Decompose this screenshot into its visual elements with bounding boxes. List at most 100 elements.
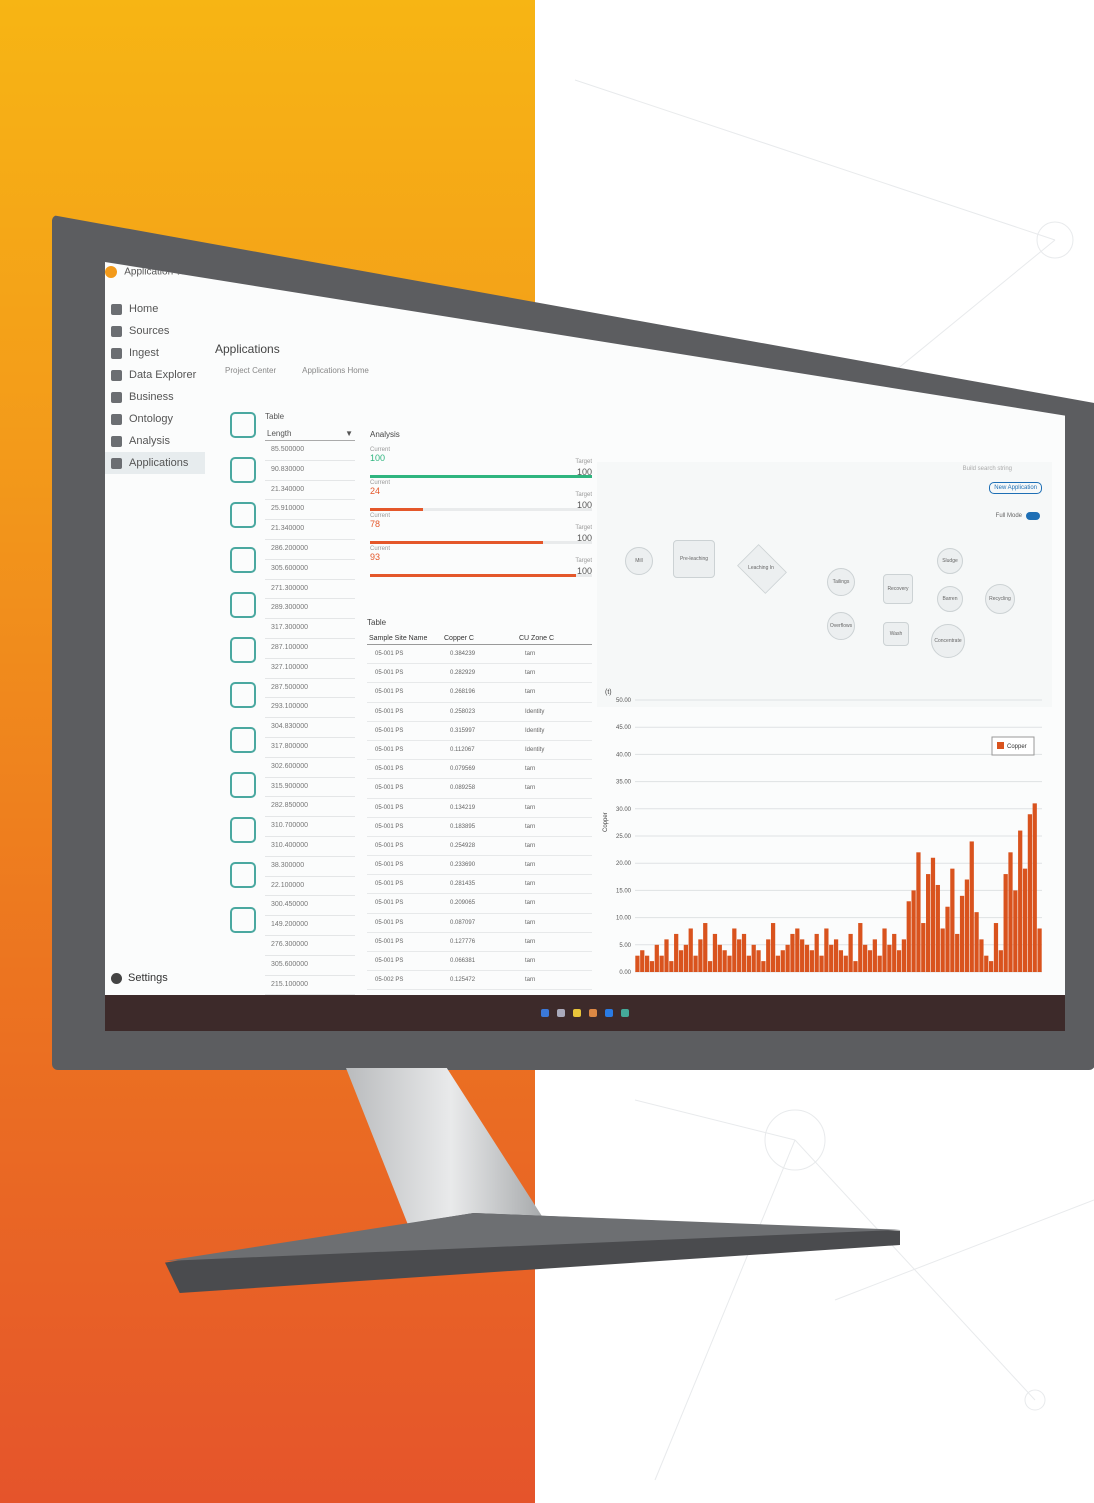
filter-icon[interactable]: ▼: [345, 429, 353, 438]
bar[interactable]: [867, 950, 873, 972]
bar[interactable]: [896, 950, 902, 972]
bar[interactable]: [1008, 852, 1013, 972]
bar[interactable]: [741, 933, 747, 972]
bar[interactable]: [833, 939, 839, 972]
bar[interactable]: [872, 939, 877, 972]
area-chart-icon[interactable]: [230, 592, 256, 618]
bar[interactable]: [1032, 803, 1037, 972]
bar[interactable]: [940, 928, 945, 972]
bar[interactable]: [853, 961, 858, 972]
bar[interactable]: [887, 944, 892, 972]
breadcrumb-applications-home[interactable]: Applications Home: [302, 366, 369, 375]
table-row[interactable]: 05-001 PS 0.282929 tarn: [367, 664, 592, 684]
bar[interactable]: [649, 961, 655, 972]
bar[interactable]: [877, 955, 882, 972]
bar[interactable]: [654, 944, 659, 972]
column-header-cu-zone[interactable]: CU Zone C: [517, 633, 592, 644]
app-taskbar-icon[interactable]: [621, 1009, 629, 1017]
bar[interactable]: [674, 933, 679, 972]
bar[interactable]: [644, 955, 650, 972]
bar[interactable]: [693, 955, 698, 972]
sidebar-item-sources[interactable]: Sources: [105, 320, 205, 342]
hierarchy-icon[interactable]: [230, 682, 256, 708]
bar[interactable]: [1013, 890, 1018, 972]
sidebar-item-ingest[interactable]: Ingest: [105, 342, 205, 364]
bar[interactable]: [635, 955, 640, 972]
bar[interactable]: [814, 933, 819, 972]
bar[interactable]: [945, 906, 950, 972]
bar[interactable]: [838, 950, 844, 972]
flow-node[interactable]: Barren: [937, 586, 963, 612]
grid-icon[interactable]: [230, 457, 256, 483]
table-row[interactable]: 05-001 PS 0.268196 tarn: [367, 683, 592, 703]
bar[interactable]: [804, 944, 810, 972]
flow-icon[interactable]: [230, 772, 256, 798]
sidebar-item-home[interactable]: Home: [105, 298, 205, 320]
bar[interactable]: [950, 868, 955, 972]
bar[interactable]: [916, 852, 921, 972]
full-mode-toggle[interactable]: Full Mode: [996, 512, 1040, 520]
bar[interactable]: [819, 955, 824, 972]
map-icon[interactable]: [230, 547, 256, 573]
bar[interactable]: [722, 950, 727, 972]
bar[interactable]: [732, 928, 737, 972]
bar[interactable]: [712, 933, 718, 972]
start-icon[interactable]: [541, 1009, 549, 1017]
bar[interactable]: [717, 944, 722, 972]
table-row[interactable]: 05-001 PS 0.258023 Identity: [367, 703, 592, 722]
bar[interactable]: [795, 928, 800, 972]
bar[interactable]: [959, 895, 965, 972]
sidebar-item-applications[interactable]: Applications: [105, 452, 205, 474]
folder-icon[interactable]: [573, 1009, 581, 1017]
table-row[interactable]: 05-001 PS 0.134219 tarn: [367, 799, 592, 818]
bar[interactable]: [824, 928, 829, 972]
table-row[interactable]: 05-002 PS 0.125472 tarn: [367, 971, 592, 991]
bar[interactable]: [761, 961, 766, 972]
breadcrumb-project-center[interactable]: Project Center: [225, 366, 276, 375]
bar[interactable]: [669, 961, 674, 972]
flow-node[interactable]: Sludge: [937, 548, 963, 574]
table-row[interactable]: 05-001 PS 0.112067 Identity: [367, 741, 592, 761]
flow-node[interactable]: Overflows: [827, 612, 855, 640]
table-row[interactable]: 05-001 PS 0.233690 tarn: [367, 856, 592, 876]
bar[interactable]: [766, 939, 771, 972]
world-icon[interactable]: [230, 727, 256, 753]
bar[interactable]: [935, 884, 940, 972]
table-row[interactable]: 05-001 PS 0.254928 tarn: [367, 837, 592, 857]
settings-button[interactable]: Settings: [111, 972, 168, 984]
bar[interactable]: [843, 955, 848, 972]
bar[interactable]: [1022, 868, 1028, 972]
bar[interactable]: [727, 955, 732, 972]
bar[interactable]: [984, 955, 989, 972]
database-stack-icon[interactable]: [230, 817, 256, 843]
bar[interactable]: [998, 950, 1003, 972]
sidebar-item-business[interactable]: Business: [105, 386, 205, 408]
bar[interactable]: [756, 950, 761, 972]
bar[interactable]: [746, 955, 751, 972]
search-taskbar-icon[interactable]: [557, 1009, 565, 1017]
bar[interactable]: [892, 933, 897, 972]
table-row[interactable]: 05-001 PS 0.066381 tarn: [367, 952, 592, 972]
bar[interactable]: [921, 923, 926, 972]
bar[interactable]: [993, 923, 999, 972]
bar[interactable]: [969, 841, 974, 972]
bar[interactable]: [989, 961, 994, 972]
bar[interactable]: [1003, 874, 1008, 972]
flow-node[interactable]: Recovery: [883, 574, 913, 604]
bar[interactable]: [911, 890, 916, 972]
bar[interactable]: [848, 933, 853, 972]
flow-node[interactable]: Tailings: [827, 568, 855, 596]
table-row[interactable]: 05-001 PS 0.127776 tarn: [367, 933, 592, 952]
bar[interactable]: [698, 939, 703, 972]
table-row[interactable]: 05-001 PS 0.209065 tarn: [367, 894, 592, 914]
length-column-header[interactable]: Length ▼: [265, 427, 355, 441]
bar[interactable]: [678, 950, 684, 972]
bar[interactable]: [790, 933, 795, 972]
bar[interactable]: [703, 923, 708, 972]
bar[interactable]: [1037, 928, 1042, 972]
column-header-copper[interactable]: Copper C: [442, 633, 517, 644]
table-row[interactable]: 05-001 PS 0.315997 Identity: [367, 722, 592, 741]
bar[interactable]: [640, 950, 645, 972]
flow-node[interactable]: Recycling: [985, 584, 1015, 614]
column-header-sample-site[interactable]: Sample Site Name: [367, 633, 442, 644]
